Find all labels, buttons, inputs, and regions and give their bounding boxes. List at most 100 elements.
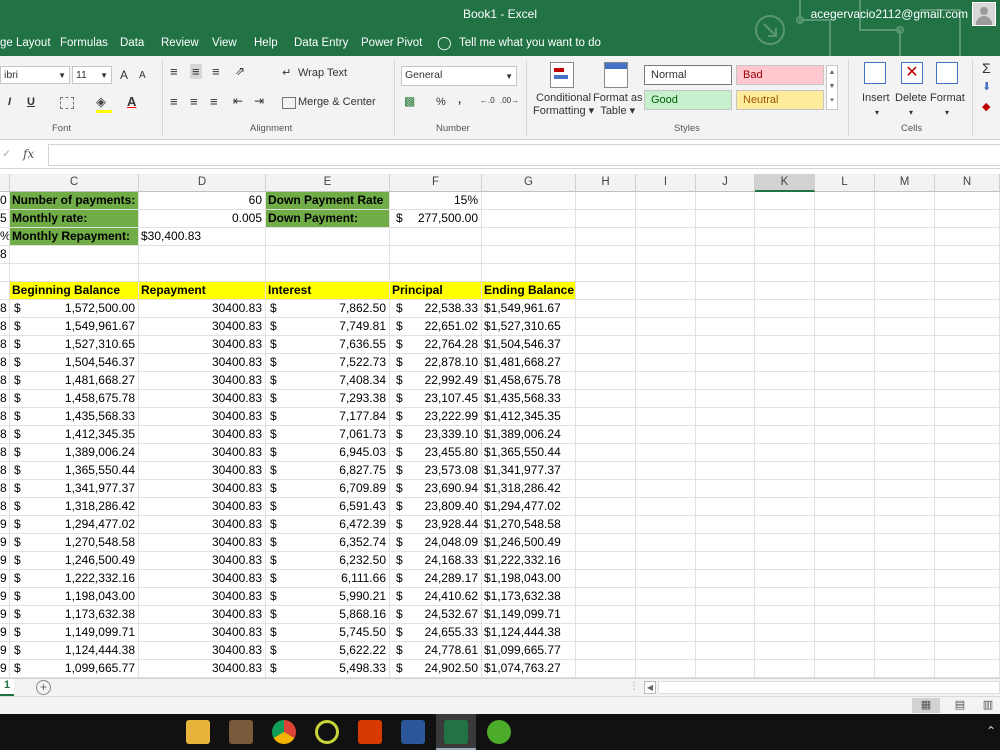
cell[interactable] xyxy=(696,606,755,624)
cell[interactable] xyxy=(755,300,815,318)
beginning-balance-cell[interactable]: 1,149,099.71 $ xyxy=(10,624,139,642)
cell[interactable] xyxy=(576,480,636,498)
repayment-cell[interactable]: 30400.83 xyxy=(139,588,266,606)
beginning-balance-cell[interactable]: 1,435,568.33 $ xyxy=(10,408,139,426)
font-name-select[interactable]: ibri ▼ xyxy=(0,66,70,84)
horizontal-scrollbar[interactable] xyxy=(658,681,1000,694)
cell-b[interactable]: 8 xyxy=(0,354,10,372)
cell[interactable] xyxy=(696,570,755,588)
interest-cell[interactable]: 5,498.33 $ xyxy=(266,660,390,678)
beginning-balance-cell[interactable]: 1,099,665.77 $ xyxy=(10,660,139,678)
cell[interactable] xyxy=(636,210,696,228)
column-header[interactable]: F xyxy=(390,174,482,192)
beginning-balance-cell[interactable]: 1,389,006.24 $ xyxy=(10,444,139,462)
cell[interactable] xyxy=(636,390,696,408)
cell[interactable] xyxy=(815,552,875,570)
ending-balance-cell[interactable]: $1,481,668.27 xyxy=(482,354,576,372)
cell[interactable] xyxy=(875,264,935,282)
cell[interactable] xyxy=(875,444,935,462)
cell[interactable] xyxy=(0,264,10,282)
repayment-cell[interactable]: 30400.83 xyxy=(139,660,266,678)
cell[interactable] xyxy=(815,570,875,588)
shrink-font-button[interactable]: A xyxy=(139,70,146,81)
italic-button[interactable]: I xyxy=(8,96,11,108)
cell[interactable] xyxy=(875,534,935,552)
cell[interactable] xyxy=(636,660,696,678)
principal-cell[interactable]: 24,289.17 $ xyxy=(390,570,482,588)
principal-cell[interactable]: 23,455.80 $ xyxy=(390,444,482,462)
cell[interactable] xyxy=(576,192,636,210)
chevron-up-icon[interactable]: ⌃ xyxy=(986,724,996,738)
ending-balance-cell[interactable]: $1,412,345.35 xyxy=(482,408,576,426)
header-interest[interactable]: Interest xyxy=(266,282,390,300)
cell[interactable] xyxy=(576,390,636,408)
repayment-cell[interactable]: 30400.83 xyxy=(139,390,266,408)
cell[interactable] xyxy=(815,426,875,444)
principal-cell[interactable]: 24,778.61 $ xyxy=(390,642,482,660)
cell[interactable] xyxy=(755,390,815,408)
cell-b[interactable]: 8 xyxy=(0,336,10,354)
repayment-cell[interactable]: 30400.83 xyxy=(139,624,266,642)
ending-balance-cell[interactable]: $1,246,500.49 xyxy=(482,534,576,552)
beginning-balance-cell[interactable]: 1,481,668.27 $ xyxy=(10,372,139,390)
interest-cell[interactable]: 7,522.73 $ xyxy=(266,354,390,372)
cell[interactable] xyxy=(935,516,1000,534)
cell-b[interactable]: 9 xyxy=(0,534,10,552)
column-header[interactable]: E xyxy=(266,174,390,192)
value-monthly-rate[interactable]: 0.005 xyxy=(139,210,266,228)
cell[interactable] xyxy=(875,354,935,372)
cell-b[interactable]: 8 xyxy=(0,318,10,336)
cell[interactable] xyxy=(935,498,1000,516)
cell[interactable] xyxy=(935,606,1000,624)
cell[interactable] xyxy=(875,192,935,210)
word-icon[interactable] xyxy=(401,720,425,744)
interest-cell[interactable]: 6,709.89 $ xyxy=(266,480,390,498)
tab-power-pivot[interactable]: Power Pivot xyxy=(361,37,422,49)
beginning-balance-cell[interactable]: 1,412,345.35 $ xyxy=(10,426,139,444)
cell-b[interactable]: 8 xyxy=(0,498,10,516)
cell[interactable] xyxy=(576,642,636,660)
cell[interactable] xyxy=(815,444,875,462)
cell[interactable] xyxy=(636,444,696,462)
cell[interactable] xyxy=(755,606,815,624)
cell[interactable] xyxy=(755,534,815,552)
column-header[interactable]: D xyxy=(139,174,266,192)
interest-cell[interactable]: 7,177.84 $ xyxy=(266,408,390,426)
cell[interactable] xyxy=(815,480,875,498)
cell[interactable] xyxy=(636,318,696,336)
repayment-cell[interactable]: 30400.83 xyxy=(139,534,266,552)
interest-cell[interactable]: 5,745.50 $ xyxy=(266,624,390,642)
font-size-select[interactable]: 11 ▼ xyxy=(72,66,112,84)
cell[interactable] xyxy=(755,282,815,300)
cell[interactable] xyxy=(875,642,935,660)
label-monthly-rate[interactable]: Monthly rate: xyxy=(10,210,139,228)
ending-balance-cell[interactable]: $1,074,763.27 xyxy=(482,660,576,678)
column-header[interactable]: G xyxy=(482,174,576,192)
repayment-cell[interactable]: 30400.83 xyxy=(139,570,266,588)
cell-b[interactable]: 8 xyxy=(0,372,10,390)
merge-center-button[interactable]: Merge & Center xyxy=(298,96,376,108)
cell[interactable] xyxy=(815,534,875,552)
cell[interactable] xyxy=(576,300,636,318)
interest-cell[interactable]: 6,111.66 $ xyxy=(266,570,390,588)
column-header[interactable]: H xyxy=(576,174,636,192)
cell[interactable] xyxy=(815,462,875,480)
ending-balance-cell[interactable]: $1,294,477.02 xyxy=(482,498,576,516)
header-beginning-balance[interactable]: Beginning Balance xyxy=(10,282,139,300)
label-down-payment[interactable]: Down Payment: xyxy=(266,210,390,228)
cell[interactable] xyxy=(875,228,935,246)
cell[interactable] xyxy=(875,606,935,624)
cell[interactable] xyxy=(935,210,1000,228)
page-break-view-icon[interactable]: ▥ xyxy=(978,698,998,713)
cell[interactable] xyxy=(139,246,266,264)
principal-cell[interactable]: 23,809.40 $ xyxy=(390,498,482,516)
styles-scroll[interactable]: ▲ ▼ ▾ xyxy=(826,65,838,110)
column-header[interactable]: N xyxy=(935,174,1000,192)
cell[interactable] xyxy=(636,552,696,570)
cell[interactable] xyxy=(815,408,875,426)
ending-balance-cell[interactable]: $1,549,961.67 xyxy=(482,300,576,318)
header-ending-balance[interactable]: Ending Balance xyxy=(482,282,576,300)
principal-cell[interactable]: 22,992.49 $ xyxy=(390,372,482,390)
cell[interactable] xyxy=(696,498,755,516)
percent-button[interactable]: % xyxy=(436,96,446,108)
